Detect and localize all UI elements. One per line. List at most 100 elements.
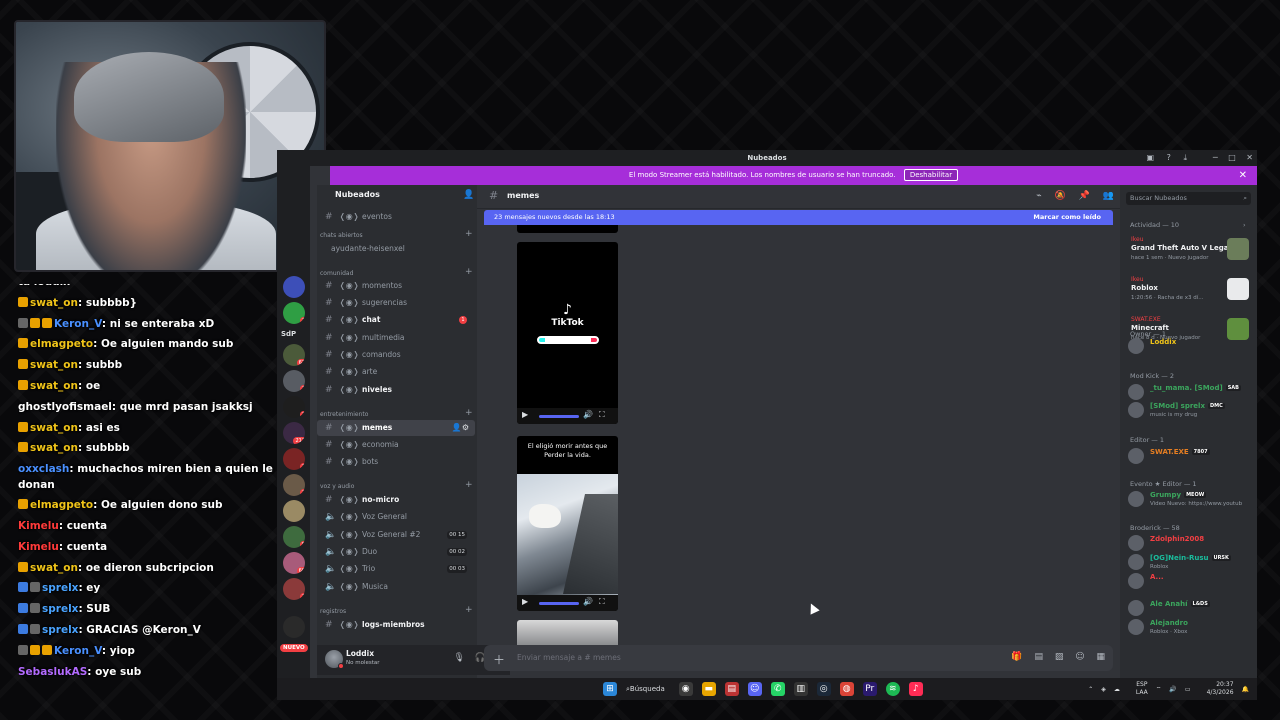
message-composer[interactable]: ＋ Enviar mensaje a # memes 🎁 ▤ ▨ ☺ ▦ bbox=[484, 645, 1113, 671]
channel-momentos[interactable]: # ❬◉❭ momentos bbox=[317, 278, 477, 294]
new-messages-bar[interactable]: 23 mensajes nuevos desde las 18:13 Marca… bbox=[484, 210, 1113, 225]
channel-trio[interactable]: 🔈 ❬◉❭ Trio 00 03 bbox=[317, 561, 477, 577]
download-icon[interactable]: ⤓ bbox=[1183, 153, 1187, 162]
server-icon[interactable]: 1 bbox=[283, 578, 305, 600]
server-icon[interactable] bbox=[283, 616, 305, 638]
channel-multimedia[interactable]: # ❬◉❭ multimedia bbox=[317, 330, 477, 346]
channel-niveles[interactable]: # ❬◉❭ niveles bbox=[317, 382, 477, 398]
add-channel-icon[interactable]: + bbox=[465, 267, 473, 277]
members-icon[interactable]: 👥 bbox=[1103, 191, 1114, 201]
add-friend-icon[interactable]: 👤 bbox=[463, 190, 474, 200]
channel-voz-general[interactable]: 🔈 ❬◉❭ Voz General bbox=[317, 509, 477, 525]
member-item[interactable]: _tu_mama. [SMod] SAB bbox=[1128, 382, 1253, 402]
help-icon[interactable]: ? bbox=[1167, 153, 1171, 162]
add-channel-icon[interactable]: + bbox=[465, 605, 473, 615]
channel-category[interactable]: entretenimiento + bbox=[320, 408, 473, 418]
start-icon[interactable]: ⊞ bbox=[603, 682, 617, 696]
attach-plus-icon[interactable]: ＋ bbox=[493, 651, 505, 668]
minimize-icon[interactable]: ─ bbox=[1213, 153, 1218, 162]
username[interactable]: Loddix bbox=[346, 649, 374, 658]
server-name[interactable]: Nubeados bbox=[335, 190, 380, 199]
member-item[interactable]: Grumpy MEOW Video Nuevo: https://www.youtu… bbox=[1128, 489, 1253, 509]
channel-memes[interactable]: # ❬◉❭ memes 👤⚙ bbox=[317, 420, 475, 436]
search-input[interactable]: Buscar Nubeados ⌕ bbox=[1126, 192, 1251, 205]
battery-icon[interactable]: ▭ bbox=[1185, 686, 1191, 693]
chrome-icon[interactable]: ◍ bbox=[839, 682, 854, 696]
folder-icon[interactable]: ▬ bbox=[701, 682, 716, 696]
obs-icon[interactable]: ◉ bbox=[678, 682, 693, 696]
channel-comandos[interactable]: # ❬◉❭ comandos bbox=[317, 347, 477, 363]
channel-ayudante-heisenxel[interactable]: ayudante-heisenxel bbox=[317, 241, 477, 257]
member-item[interactable]: Ale Anahí L&DS bbox=[1128, 598, 1253, 618]
server-icon[interactable] bbox=[283, 500, 305, 522]
channel-category[interactable]: comunidad + bbox=[320, 267, 473, 277]
network-icon[interactable]: ◈ bbox=[1101, 686, 1106, 693]
gif-icon[interactable]: ▤ bbox=[1034, 652, 1043, 662]
server-icon[interactable]: 1 bbox=[283, 370, 305, 392]
tiktok-icon[interactable]: ♪ bbox=[908, 682, 923, 696]
channel-economia[interactable]: # ❬◉❭ economia bbox=[317, 437, 477, 453]
server-label[interactable]: SdP bbox=[281, 330, 296, 338]
play-icon[interactable]: ▶ bbox=[522, 410, 528, 419]
app-icon[interactable]: ▤ bbox=[724, 682, 739, 696]
server-icon[interactable]: 5 bbox=[283, 526, 305, 548]
member-item[interactable]: SWAT.EXE 7807 bbox=[1128, 446, 1253, 466]
whatsapp-icon[interactable]: ✆ bbox=[770, 682, 785, 696]
mark-read-button[interactable]: Marcar como leído bbox=[1033, 210, 1101, 225]
notification-icon[interactable]: 🔔 bbox=[1242, 686, 1249, 693]
channel-category[interactable]: chats abiertos + bbox=[320, 229, 473, 239]
steam-icon[interactable]: ◎ bbox=[816, 682, 831, 696]
channel-category[interactable]: voz y audio + bbox=[320, 480, 473, 490]
wifi-icon[interactable]: ⌔ bbox=[1156, 685, 1162, 693]
new-badge[interactable]: NUEVO bbox=[280, 644, 308, 652]
fullscreen-icon[interactable]: ⛶ bbox=[599, 410, 605, 420]
add-channel-icon[interactable]: + bbox=[465, 480, 473, 490]
video-embed[interactable] bbox=[517, 225, 618, 233]
channel-no-micro[interactable]: # ❬◉❭ no-micro bbox=[317, 492, 477, 508]
server-icon[interactable]: 2 bbox=[283, 474, 305, 496]
maximize-icon[interactable]: □ bbox=[1228, 153, 1236, 162]
server-icon[interactable]: 60 bbox=[283, 552, 305, 574]
member-item[interactable]: A... bbox=[1128, 571, 1253, 591]
discord-icon[interactable]: ☺ bbox=[747, 682, 762, 696]
channel-eventos[interactable]: # ❬◉❭ eventos bbox=[317, 209, 477, 225]
channel-voz-general-2[interactable]: 🔈 ❬◉❭ Voz General #2 00 15 bbox=[317, 527, 477, 543]
play-icon[interactable]: ▶ bbox=[522, 597, 528, 606]
pin-icon[interactable]: 📌 bbox=[1079, 191, 1090, 201]
gift-icon[interactable]: 🎁 bbox=[1011, 652, 1022, 662]
add-channel-icon[interactable]: + bbox=[465, 229, 473, 239]
channel-settings-icon[interactable]: 👤⚙ bbox=[452, 420, 469, 436]
tiktok-video-embed[interactable]: ♪ TikTok ▶ 🔊 ⛶ bbox=[517, 242, 618, 424]
inbox-icon[interactable]: ▣ bbox=[1147, 153, 1155, 162]
threads-icon[interactable]: ⌁ bbox=[1036, 191, 1041, 201]
clock[interactable]: 20:37 4/3/2026 bbox=[1199, 681, 1234, 697]
disable-streamer-button[interactable]: Deshabilitar bbox=[903, 169, 959, 181]
chevron-up-icon[interactable]: ⌃ bbox=[1088, 686, 1093, 693]
server-icon[interactable] bbox=[283, 276, 305, 298]
activity-card[interactable]: Ikeu Roblox 1:20:56 · Racha de x3 dí... bbox=[1129, 276, 1251, 312]
volume-icon[interactable]: 🔊 bbox=[583, 410, 593, 419]
goat-video-embed[interactable]: El eligió morir antes que Perder la vida… bbox=[517, 436, 618, 611]
channel-duo[interactable]: 🔈 ❬◉❭ Duo 00 02 bbox=[317, 544, 477, 560]
premiere-icon[interactable]: Pr bbox=[862, 682, 877, 696]
volume-icon[interactable]: 🔊 bbox=[583, 597, 593, 606]
channel-arte[interactable]: # ❬◉❭ arte bbox=[317, 364, 477, 380]
close-banner-icon[interactable]: ✕ bbox=[1239, 166, 1247, 185]
sticker-icon[interactable]: ▨ bbox=[1055, 652, 1064, 662]
message-input-placeholder[interactable]: Enviar mensaje a # memes bbox=[517, 653, 621, 662]
server-icon[interactable]: 2 bbox=[283, 396, 305, 418]
volume-icon[interactable]: 🔊 bbox=[1169, 686, 1176, 693]
add-channel-icon[interactable]: + bbox=[465, 408, 473, 418]
spotify-icon[interactable]: ≋ bbox=[885, 682, 900, 696]
channel-bots[interactable]: # ❬◉❭ bots bbox=[317, 454, 477, 470]
channel-logs-miembros[interactable]: # ❬◉❭ logs-miembros bbox=[317, 617, 477, 633]
server-icon[interactable]: 211 bbox=[283, 422, 305, 444]
cloud-icon[interactable]: ☁ bbox=[1114, 686, 1120, 693]
chevron-right-icon[interactable]: › bbox=[1243, 221, 1246, 229]
member-item[interactable]: Alejandro Roblox · Xbox bbox=[1128, 617, 1253, 637]
member-item[interactable]: Loddix bbox=[1128, 336, 1253, 356]
video-progress[interactable] bbox=[539, 415, 579, 418]
taskbar-search[interactable]: ⌕ Búsqueda bbox=[626, 685, 665, 694]
close-window-icon[interactable]: ✕ bbox=[1246, 153, 1253, 162]
member-item[interactable]: [OG]Nein-Rusu URSK Roblox bbox=[1128, 552, 1253, 572]
